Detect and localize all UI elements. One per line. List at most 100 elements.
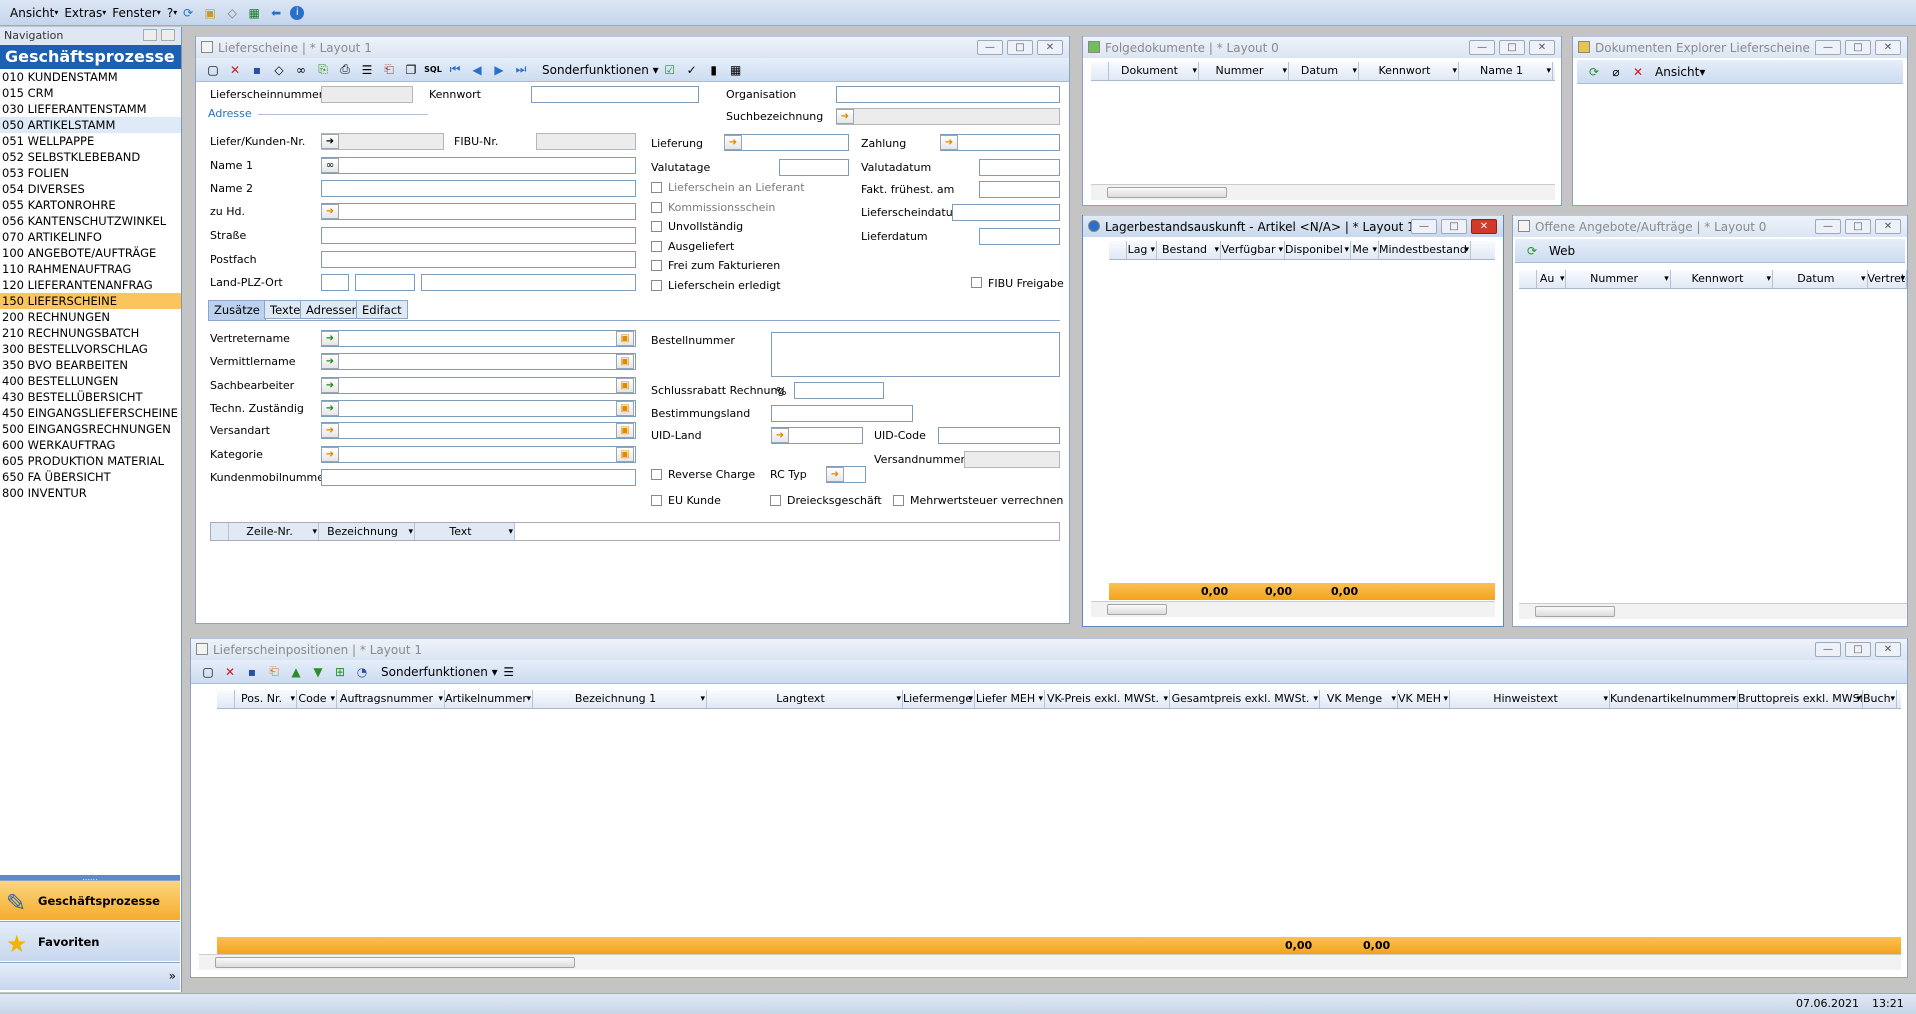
checkbox-2[interactable] xyxy=(651,221,662,232)
column-header[interactable]: Mindestbestand xyxy=(1379,241,1471,259)
versandnummer-field[interactable] xyxy=(964,451,1060,468)
checkbox-3[interactable] xyxy=(651,240,662,252)
layout-icon[interactable]: ☰ xyxy=(359,62,375,78)
sonderfunktionen-menu[interactable]: Sonderfunktionen ▾ xyxy=(542,63,659,77)
delete-icon[interactable]: ✕ xyxy=(222,664,238,680)
column-header[interactable]: Bezeichnung 1 xyxy=(533,690,707,708)
nav-item[interactable]: 053 FOLIEN xyxy=(0,165,181,181)
folder-icon[interactable]: ▣ xyxy=(202,5,218,21)
sql-icon[interactable]: SQL xyxy=(424,62,442,78)
column-header[interactable]: Kennwort xyxy=(1671,270,1774,288)
minimize-button[interactable]: — xyxy=(1815,219,1841,234)
nav-item[interactable]: 052 SELBSTKLEBEBAND xyxy=(0,149,181,165)
name2-field[interactable] xyxy=(321,180,636,197)
horizontal-scrollbar[interactable] xyxy=(1091,184,1555,200)
eraser-icon[interactable]: ◇ xyxy=(271,62,287,78)
column-header[interactable]: Nummer xyxy=(1566,270,1671,288)
column-header[interactable]: Nummer xyxy=(1199,62,1289,80)
reverse-charge-checkbox[interactable] xyxy=(651,469,662,480)
column-header[interactable]: Artikelnummer xyxy=(445,690,533,708)
move-up-icon[interactable]: ▲ xyxy=(288,664,304,680)
delete-icon[interactable]: ✕ xyxy=(227,62,243,78)
close-button[interactable]: ✕ xyxy=(1471,219,1497,234)
column-header[interactable]: Vertrete xyxy=(1868,270,1907,288)
nav-item[interactable]: 056 KANTENSCHUTZWINKEL xyxy=(0,213,181,229)
copy-icon[interactable]: ⎘ xyxy=(315,62,331,78)
horizontal-scrollbar[interactable] xyxy=(199,954,1901,970)
close-button[interactable]: ✕ xyxy=(1875,642,1901,657)
checkbox-0[interactable] xyxy=(651,182,662,193)
kategorie-lookup[interactable]: ➜ xyxy=(321,447,339,462)
lieferdatum-field[interactable] xyxy=(979,228,1060,245)
move-down-icon[interactable]: ▼ xyxy=(310,664,326,680)
checkbox-1[interactable] xyxy=(651,201,662,213)
close-button[interactable]: ✕ xyxy=(1875,219,1901,234)
excel-icon[interactable]: ▦ xyxy=(246,5,262,21)
sachbearbeiter-clear-icon[interactable]: ▣ xyxy=(616,378,634,393)
nav-item[interactable]: 800 INVENTUR xyxy=(0,485,181,501)
nav-item[interactable]: 200 RECHNUNGEN xyxy=(0,309,181,325)
nav-item[interactable]: 400 BESTELLUNGEN xyxy=(0,373,181,389)
strasse-field[interactable] xyxy=(321,227,636,244)
minimize-button[interactable]: — xyxy=(977,40,1003,55)
nav-item[interactable]: 100 ANGEBOTE/AUFTRÄGE xyxy=(0,245,181,261)
expand-icon[interactable]: » xyxy=(169,969,176,983)
sachbearbeiter-field[interactable] xyxy=(321,377,636,394)
checkbox-4[interactable] xyxy=(651,260,662,271)
nav-item[interactable]: 055 KARTONROHRE xyxy=(0,197,181,213)
land-field[interactable] xyxy=(321,274,349,291)
nav-item[interactable]: 600 WERKAUFTRAG xyxy=(0,437,181,453)
nav-item[interactable]: 650 FA ÜBERSICHT xyxy=(0,469,181,485)
column-header[interactable]: Gesamtpreis exkl. MWSt. xyxy=(1170,690,1320,708)
bestellnummer-field[interactable] xyxy=(771,332,1060,377)
suchbezeichnung-field[interactable] xyxy=(836,108,1060,125)
valutadatum-field[interactable] xyxy=(979,159,1060,176)
column-header[interactable]: Disponibel xyxy=(1285,241,1351,259)
minimize-button[interactable]: — xyxy=(1815,642,1841,657)
dreieck-checkbox[interactable] xyxy=(770,495,781,506)
ort-field[interactable] xyxy=(421,274,636,291)
zuhd-lookup[interactable]: ➜ xyxy=(321,204,339,219)
bestimmungsland-field[interactable] xyxy=(771,405,913,422)
pipe-icon[interactable]: ▮ xyxy=(706,62,722,78)
column-header[interactable]: Dokument xyxy=(1109,62,1199,80)
eraser-icon[interactable]: ◇ xyxy=(224,5,240,21)
column-header[interactable]: Kundenartikelnummer xyxy=(1610,690,1738,708)
nav-item[interactable]: 030 LIEFERANTENSTAMM xyxy=(0,101,181,117)
vermittler-lookup[interactable]: ➜ xyxy=(321,354,339,369)
column-header[interactable]: Lag xyxy=(1127,241,1157,259)
menu-ansicht[interactable]: Ansicht xyxy=(4,1,60,25)
new-document-icon[interactable]: ▢ xyxy=(205,62,221,78)
nav-item[interactable]: 210 RECHNUNGSBATCH xyxy=(0,325,181,341)
lieferung-field[interactable] xyxy=(724,134,849,151)
postfach-field[interactable] xyxy=(321,251,636,268)
close-button[interactable]: ✕ xyxy=(1037,40,1063,55)
fakt-field[interactable] xyxy=(979,181,1060,198)
column-header[interactable]: Verfügbar xyxy=(1221,241,1285,259)
name1-field[interactable] xyxy=(321,157,636,174)
close-button[interactable]: ✕ xyxy=(1875,40,1901,55)
report-icon[interactable]: ⎗ xyxy=(266,664,282,680)
vermittler-clear-icon[interactable]: ▣ xyxy=(616,354,634,369)
vertreter-lookup[interactable]: ➜ xyxy=(321,331,339,346)
versandart-field[interactable] xyxy=(321,422,636,439)
binoculars-icon[interactable]: ∞ xyxy=(293,62,309,78)
geschaeftsprozesse-button[interactable]: ✎ Geschäftsprozesse xyxy=(0,880,180,920)
column-header[interactable]: Bestand xyxy=(1157,241,1221,259)
back-arrow-icon[interactable]: ⬅ xyxy=(268,5,284,21)
uidcode-field[interactable] xyxy=(938,427,1060,444)
column-header[interactable]: Text xyxy=(415,523,515,540)
checklist-icon[interactable]: ✓ xyxy=(684,62,700,78)
column-header[interactable]: Buch xyxy=(1863,690,1897,708)
techn-clear-icon[interactable]: ▣ xyxy=(616,401,634,416)
nav-item[interactable]: 051 WELLPAPPE xyxy=(0,133,181,149)
minimize-button[interactable]: — xyxy=(1469,40,1495,55)
column-header[interactable]: Pos. Nr. xyxy=(235,690,297,708)
save-icon[interactable]: ▪ xyxy=(249,62,265,78)
vermittler-field[interactable] xyxy=(321,353,636,370)
maximize-button[interactable]: □ xyxy=(1499,40,1525,55)
minimize-button[interactable]: — xyxy=(1411,219,1437,234)
report-icon[interactable]: ⎗ xyxy=(381,62,397,78)
nav-item[interactable]: 120 LIEFERANTENANFRAG xyxy=(0,277,181,293)
nav-item[interactable]: 050 ARTIKELSTAMM xyxy=(0,117,181,133)
